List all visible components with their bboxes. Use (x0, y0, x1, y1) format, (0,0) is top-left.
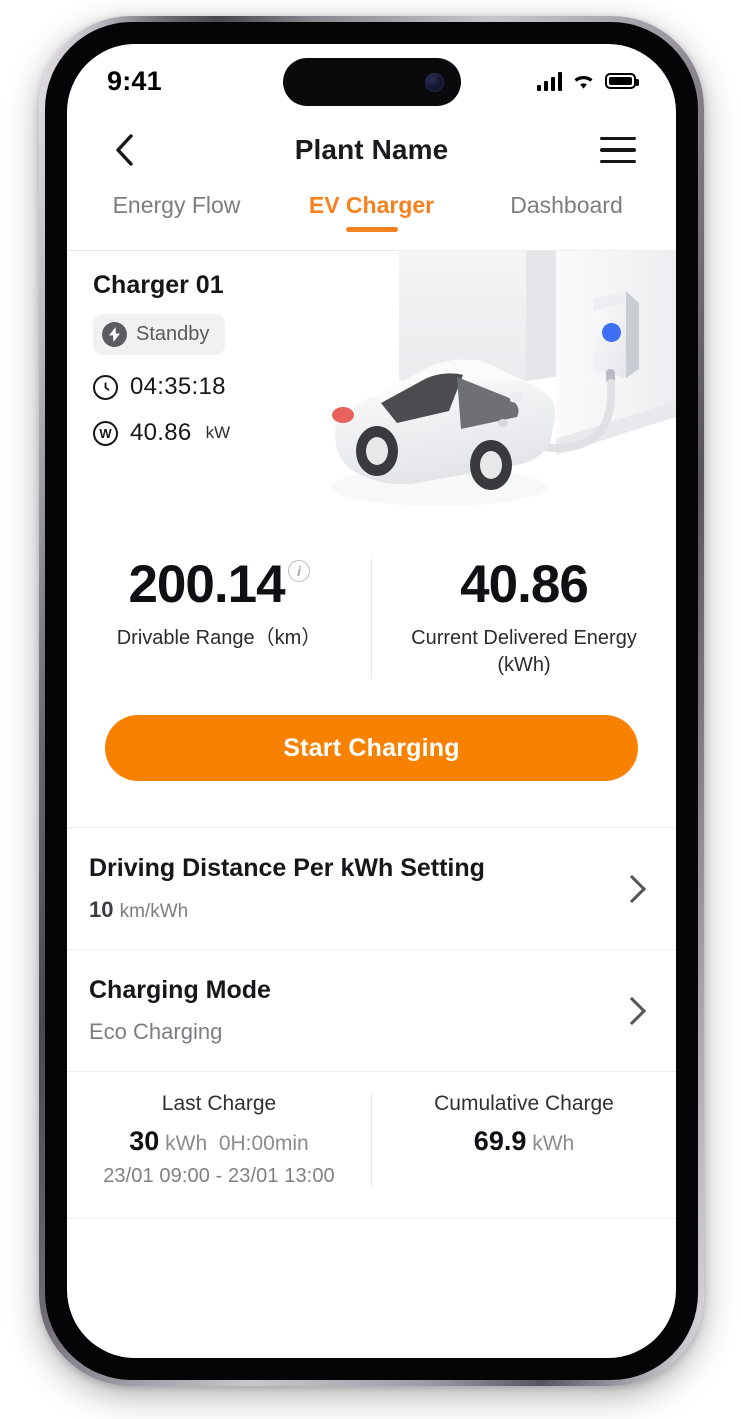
charger-name: Charger 01 (93, 271, 224, 299)
row-charging-mode[interactable]: Charging Mode Eco Charging (67, 950, 676, 1071)
row-charging-mode-value: Eco Charging (89, 1019, 223, 1044)
cumulative-charge-block: Cumulative Charge 69.9 kWh (371, 1092, 676, 1188)
last-charge-unit: kWh (165, 1132, 208, 1155)
footer-divider-bottom (67, 1218, 676, 1219)
delivered-energy-value-wrap: 40.86 (460, 555, 589, 614)
phone-device-frame: 9:41 Plant Name Energy Flow EV Charger D… (39, 16, 704, 1386)
driving-distance-unit: km/kWh (119, 901, 189, 922)
back-button[interactable] (107, 133, 141, 167)
last-charge-period: 23/01 09:00 - 23/01 13:00 (103, 1165, 335, 1187)
charging-power-value: 40.86 (130, 419, 192, 446)
drivable-range-label: Drivable Range（km） (116, 627, 322, 649)
watt-icon: W (93, 420, 118, 446)
dynamic-island (282, 58, 461, 106)
info-icon[interactable]: i (287, 560, 310, 582)
chevron-right-icon (617, 874, 647, 903)
charging-power: W 40.86 kW (93, 419, 230, 447)
cumulative-charge-title: Cumulative Charge (434, 1092, 614, 1115)
cumulative-charge-unit: kWh (532, 1132, 575, 1155)
chevron-left-icon (116, 134, 133, 166)
last-charge-amount: 30 (129, 1126, 160, 1156)
row-charging-mode-content: Charging Mode Eco Charging (89, 976, 622, 1045)
start-charging-button[interactable]: Start Charging (105, 715, 638, 781)
lightning-bolt-icon (102, 322, 127, 347)
row-driving-distance-setting[interactable]: Driving Distance Per kWh Setting 10 km/k… (67, 828, 676, 949)
screenshot-stage: 9:41 Plant Name Energy Flow EV Charger D… (0, 0, 741, 1419)
driving-distance-number: 10 (89, 897, 114, 922)
clock-icon (93, 374, 118, 400)
last-charge-duration: 0H:00min (218, 1132, 309, 1155)
tab-energy-flow[interactable]: Energy Flow (79, 188, 274, 219)
status-badge-label: Standby (136, 323, 210, 345)
charger-hero-section: Charger 01 Standby 04:35:18 W 40.86 kW (67, 251, 676, 536)
cta-container: Start Charging (67, 685, 676, 781)
stats-row: 200.14 i Drivable Range（km） 40.86 Curren… (67, 536, 676, 685)
drivable-range-value: 200.14 (128, 555, 285, 614)
tab-ev-charger[interactable]: EV Charger (274, 188, 469, 219)
drivable-range-value-wrap: 200.14 i (128, 555, 310, 614)
status-badge: Standby (93, 314, 226, 355)
delivered-energy-label: Current Delivered Energy (kWh) (411, 627, 637, 676)
phone-bezel: 9:41 Plant Name Energy Flow EV Charger D… (45, 22, 698, 1380)
page-title: Plant Name (294, 134, 449, 165)
chevron-right-icon (617, 996, 647, 1025)
cumulative-charge-amount-line: 69.9 kWh (382, 1126, 666, 1157)
status-bar-time: 9:41 (107, 65, 162, 96)
stat-drivable-range: 200.14 i Drivable Range（km） (67, 558, 371, 679)
charging-duration-value: 04:35:18 (130, 373, 226, 400)
cumulative-charge-amount: 69.9 (473, 1126, 527, 1156)
front-camera-icon (424, 72, 444, 92)
charging-duration: 04:35:18 (93, 373, 230, 401)
tab-dashboard[interactable]: Dashboard (469, 188, 664, 219)
wifi-icon (574, 75, 593, 89)
phone-screen: 9:41 Plant Name Energy Flow EV Charger D… (67, 44, 676, 1358)
row-driving-distance-title: Driving Distance Per kWh Setting (89, 854, 485, 882)
last-charge-block: Last Charge 30 kWh 0H:00min 23/01 09:00 … (67, 1092, 371, 1188)
charging-power-unit: kW (205, 423, 231, 442)
charger-info-block: Charger 01 Standby 04:35:18 W 40.86 kW (93, 271, 230, 447)
row-driving-distance-value: 10 km/kWh (89, 897, 622, 923)
delivered-energy-value: 40.86 (460, 555, 589, 614)
tab-bar: Energy Flow EV Charger Dashboard (67, 188, 676, 250)
cellular-bars-icon (537, 71, 562, 91)
last-charge-amount-line: 30 kWh 0H:00min (77, 1126, 361, 1157)
battery-full-icon (605, 73, 639, 89)
ev-car-charging-illustration (321, 251, 676, 536)
status-bar: 9:41 (67, 44, 676, 112)
row-driving-distance-content: Driving Distance Per kWh Setting 10 km/k… (89, 854, 622, 923)
hamburger-menu-icon[interactable] (600, 136, 636, 164)
navigation-bar: Plant Name (67, 112, 676, 188)
watt-icon-glyph: W (99, 425, 112, 441)
last-charge-title: Last Charge (161, 1092, 277, 1115)
row-charging-mode-title: Charging Mode (89, 976, 271, 1004)
charge-summary-section: Last Charge 30 kWh 0H:00min 23/01 09:00 … (67, 1072, 676, 1202)
stat-current-delivered-energy: 40.86 Current Delivered Energy (kWh) (371, 558, 676, 679)
status-bar-indicators (537, 66, 639, 91)
